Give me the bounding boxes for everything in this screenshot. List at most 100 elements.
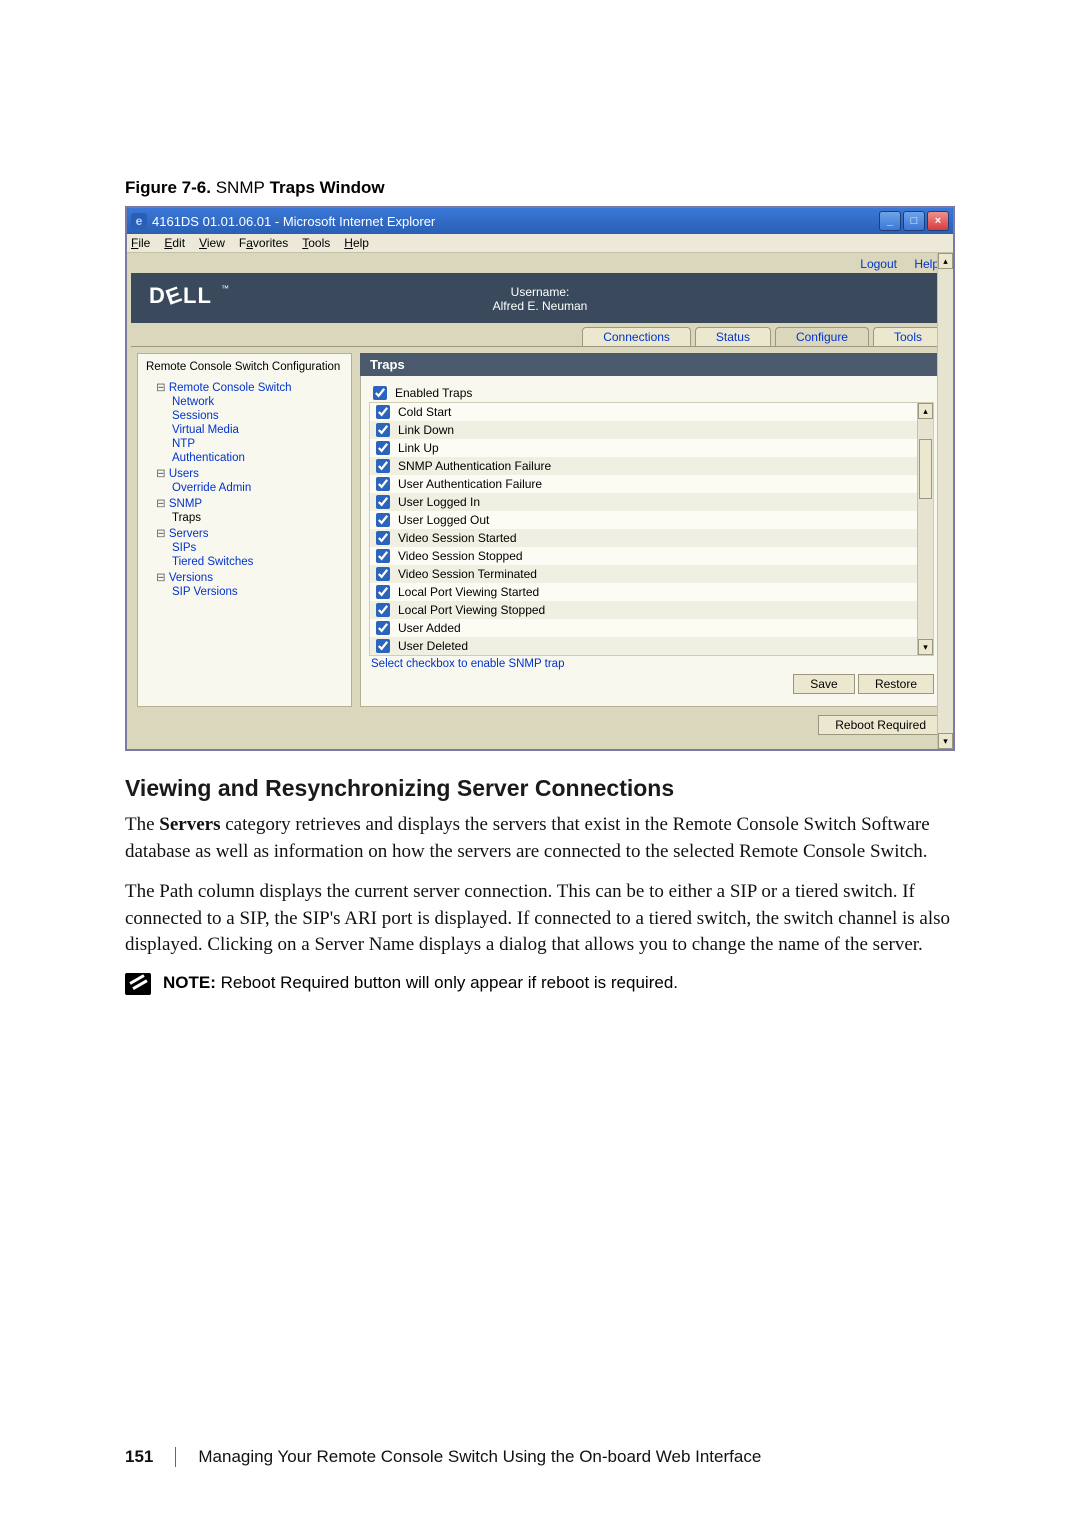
help-link[interactable]: Help — [914, 257, 939, 271]
trap-row: User Deleted — [370, 637, 917, 655]
trap-checkbox[interactable] — [376, 585, 390, 599]
sidebar-item-auth[interactable]: Authentication — [146, 451, 345, 465]
column-header-enabled-traps: Enabled Traps — [395, 386, 472, 400]
trap-checkbox[interactable] — [376, 621, 390, 635]
trap-label: Link Down — [398, 423, 454, 437]
menu-file[interactable]: File — [131, 236, 150, 250]
scroll-thumb[interactable] — [919, 439, 932, 499]
top-links: Logout Help — [131, 257, 949, 273]
trap-checkbox[interactable] — [376, 495, 390, 509]
section-heading: Viewing and Resynchronizing Server Conne… — [125, 775, 955, 802]
trap-checkbox[interactable] — [376, 459, 390, 473]
sidebar-item-tiered[interactable]: Tiered Switches — [146, 555, 345, 569]
menu-help[interactable]: Help — [344, 236, 369, 250]
minimize-button[interactable]: _ — [879, 211, 901, 231]
scroll-up-button[interactable]: ▴ — [918, 403, 933, 419]
sidebar-item-override[interactable]: Override Admin — [146, 481, 345, 495]
trap-label: User Deleted — [398, 639, 468, 653]
menu-tools[interactable]: Tools — [302, 236, 330, 250]
trap-row: Link Up — [370, 439, 917, 457]
restore-button[interactable]: Restore — [858, 674, 934, 694]
footer-separator — [175, 1447, 176, 1467]
sidebar-item-users[interactable]: ⊟ Users — [146, 465, 345, 481]
note: NOTE: Reboot Required button will only a… — [125, 973, 955, 995]
figure-caption: Figure 7-6. SNMP Traps Window — [125, 178, 955, 198]
trap-checkbox[interactable] — [376, 549, 390, 563]
reboot-required-button[interactable]: Reboot Required — [818, 715, 943, 735]
sidebar-item-versions[interactable]: ⊟ Versions — [146, 569, 345, 585]
browser-window: e 4161DS 01.01.06.01 - Microsoft Interne… — [125, 206, 955, 751]
paragraph-2: The Path column displays the current ser… — [125, 879, 955, 959]
close-button[interactable]: × — [927, 211, 949, 231]
sidebar-item-sipver[interactable]: SIP Versions — [146, 585, 345, 599]
trap-label: User Logged In — [398, 495, 480, 509]
sidebar-title: Remote Console Switch Configuration — [146, 360, 345, 375]
sidebar-item-sessions[interactable]: Sessions — [146, 409, 345, 423]
pane-body: Enabled Traps Cold Start Link Down Link Up… — [360, 376, 943, 707]
trap-checkbox[interactable] — [376, 477, 390, 491]
sidebar-item-rcs[interactable]: ⊟ Remote Console Switch — [146, 379, 345, 395]
window-title: 4161DS 01.01.06.01 - Microsoft Internet … — [152, 214, 879, 229]
trap-checkbox[interactable] — [376, 441, 390, 455]
main-area: Remote Console Switch Configuration ⊟ Re… — [131, 347, 949, 713]
trap-row: Video Session Terminated — [370, 565, 917, 583]
sidebar-item-traps[interactable]: Traps — [146, 511, 345, 525]
sidebar-item-vmedia[interactable]: Virtual Media — [146, 423, 345, 437]
trap-checkbox[interactable] — [376, 639, 390, 653]
trap-label: Cold Start — [398, 405, 451, 419]
scrollbar[interactable]: ▴ ▾ — [917, 403, 933, 655]
sidebar-item-network[interactable]: Network — [146, 395, 345, 409]
trap-row: Video Session Stopped — [370, 547, 917, 565]
trap-row: Local Port Viewing Started — [370, 583, 917, 601]
ie-icon: e — [131, 213, 147, 229]
note-body: Reboot Required button will only appear … — [216, 973, 678, 992]
menu-favorites[interactable]: Favorites — [239, 236, 288, 250]
trap-row: User Logged Out — [370, 511, 917, 529]
maximize-button[interactable]: □ — [903, 211, 925, 231]
trap-row: User Logged In — [370, 493, 917, 511]
sidebar-item-servers[interactable]: ⊟ Servers — [146, 525, 345, 541]
note-icon — [125, 973, 151, 995]
trap-label: Video Session Stopped — [398, 549, 523, 563]
sidebar-item-sips[interactable]: SIPs — [146, 541, 345, 555]
hint-text: Select checkbox to enable SNMP trap — [369, 656, 934, 670]
trap-checkbox[interactable] — [376, 405, 390, 419]
page-footer: 151 Managing Your Remote Console Switch … — [125, 1447, 761, 1467]
tab-tools[interactable]: Tools — [873, 327, 943, 346]
trap-row: Link Down — [370, 421, 917, 439]
trap-row: Cold Start — [370, 403, 917, 421]
scroll-down-button[interactable]: ▾ — [918, 639, 933, 655]
sidebar-item-snmp[interactable]: ⊟ SNMP — [146, 495, 345, 511]
outer-scroll-down[interactable]: ▾ — [938, 733, 953, 749]
trap-checkbox[interactable] — [376, 423, 390, 437]
trap-checkbox[interactable] — [376, 513, 390, 527]
save-button[interactable]: Save — [793, 674, 854, 694]
trap-label: User Logged Out — [398, 513, 489, 527]
menu-view[interactable]: View — [199, 236, 225, 250]
trap-row: Local Port Viewing Stopped — [370, 601, 917, 619]
menubar: File Edit View Favorites Tools Help — [127, 234, 953, 253]
pane-title: Traps — [360, 353, 943, 376]
outer-scroll-up[interactable]: ▴ — [938, 253, 953, 269]
trap-list: Cold Start Link Down Link Up SNMP Authentic… — [369, 402, 934, 656]
trap-checkbox[interactable] — [376, 567, 390, 581]
figure-suffix: Traps Window — [270, 178, 385, 197]
content-pane: Traps Enabled Traps Cold Start Link Down L… — [360, 353, 943, 707]
outer-scrollbar[interactable]: ▴ ▾ — [937, 253, 953, 749]
tab-configure[interactable]: Configure — [775, 327, 869, 346]
trap-label: Link Up — [398, 441, 439, 455]
select-all-checkbox[interactable] — [373, 386, 387, 400]
table-header: Enabled Traps — [373, 386, 934, 400]
logout-link[interactable]: Logout — [860, 257, 897, 271]
tab-status[interactable]: Status — [695, 327, 771, 346]
tab-connections[interactable]: Connections — [582, 327, 691, 346]
trap-checkbox[interactable] — [376, 603, 390, 617]
svg-text:LL: LL — [183, 283, 212, 308]
trap-checkbox[interactable] — [376, 531, 390, 545]
trap-label: SNMP Authentication Failure — [398, 459, 551, 473]
menu-edit[interactable]: Edit — [164, 236, 185, 250]
figure-name: SNMP — [216, 178, 265, 197]
chapter-title: Managing Your Remote Console Switch Usin… — [198, 1447, 761, 1467]
sidebar-item-ntp[interactable]: NTP — [146, 437, 345, 451]
trap-row: User Added — [370, 619, 917, 637]
